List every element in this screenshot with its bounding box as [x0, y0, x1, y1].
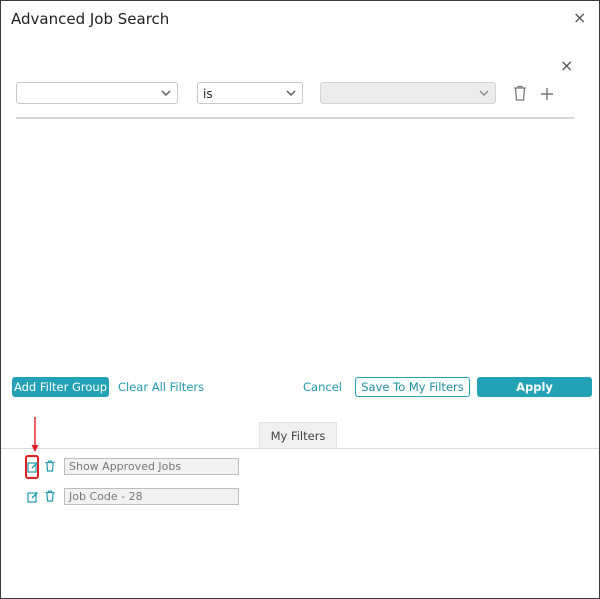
chevron-down-icon — [161, 90, 171, 96]
chevron-down-icon — [479, 90, 489, 96]
annotation-arrow-icon — [31, 417, 39, 452]
trash-icon[interactable] — [45, 460, 55, 472]
apply-button[interactable]: Apply — [477, 377, 592, 397]
chevron-down-icon — [286, 90, 296, 96]
filter-group-close-icon[interactable]: × — [560, 58, 573, 74]
advanced-job-search-dialog: Advanced Job Search × × is Add Filter Gr… — [0, 0, 600, 599]
field-select[interactable] — [16, 82, 178, 104]
operator-select-value: is — [203, 87, 213, 101]
edit-icon[interactable] — [27, 461, 39, 473]
saved-filter-name[interactable]: Show Approved Jobs — [64, 458, 239, 475]
add-filter-group-button[interactable]: Add Filter Group — [12, 377, 109, 397]
edit-icon[interactable] — [27, 491, 39, 503]
value-select[interactable] — [320, 82, 496, 104]
tab-divider — [1, 448, 599, 449]
clear-all-filters-link[interactable]: Clear All Filters — [118, 380, 204, 394]
saved-filter-name[interactable]: Job Code - 28 — [64, 488, 239, 505]
trash-icon[interactable] — [45, 490, 55, 502]
dialog-title: Advanced Job Search — [11, 10, 170, 28]
trash-icon[interactable] — [513, 85, 527, 101]
dialog-close-icon[interactable]: × — [573, 10, 586, 26]
save-to-my-filters-button[interactable]: Save To My Filters — [355, 377, 470, 397]
filter-divider — [16, 117, 574, 119]
add-icon[interactable] — [540, 87, 554, 101]
tab-my-filters[interactable]: My Filters — [259, 422, 337, 448]
cancel-link[interactable]: Cancel — [303, 380, 342, 394]
operator-select[interactable]: is — [197, 82, 303, 104]
